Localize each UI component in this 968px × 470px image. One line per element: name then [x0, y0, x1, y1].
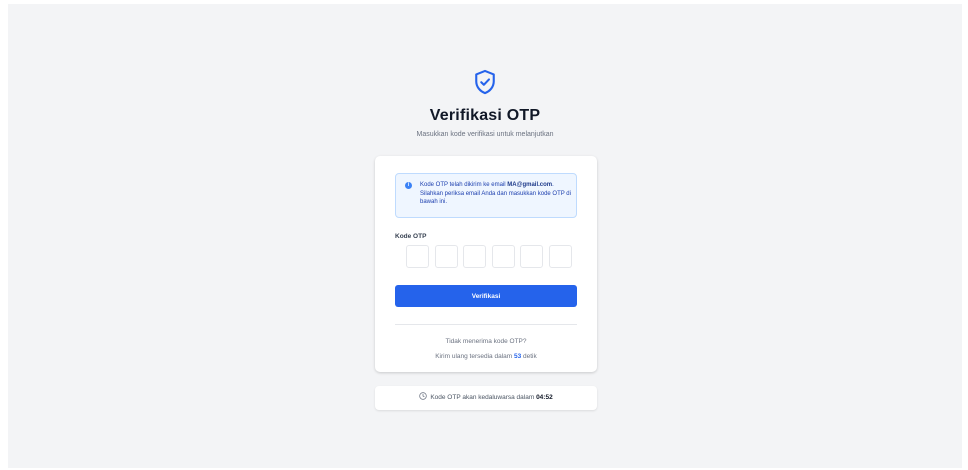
verify-button[interactable]: Verifikasi: [395, 285, 577, 307]
resend-question: Tidak menerima kode OTP?: [445, 338, 527, 345]
otp-digit-6[interactable]: [548, 245, 572, 268]
resend-timer-suffix: detik: [521, 353, 537, 360]
page-background: Verifikasi OTP Masukkan kode verifikasi …: [8, 4, 962, 468]
shield-check-icon: [471, 68, 499, 96]
otp-card: i Kode OTP telah dikirim ke email MA@gma…: [375, 156, 597, 372]
header: Verifikasi OTP Masukkan kode verifikasi …: [8, 68, 962, 138]
otp-digit-3[interactable]: [463, 245, 487, 268]
otp-input-group: [406, 245, 572, 268]
resend-timer-prefix: Kirim ulang tersedia dalam: [435, 353, 514, 360]
expiry-prefix: Kode OTP akan kedaluwarsa dalam: [430, 394, 537, 401]
divider: [395, 324, 577, 325]
info-icon: i: [405, 182, 412, 189]
otp-label: Kode OTP: [395, 233, 427, 240]
expiry-time: 04:52: [536, 394, 553, 401]
info-message: Kode OTP telah dikirim ke email MA@gmail…: [420, 181, 572, 207]
otp-digit-2[interactable]: [434, 245, 458, 268]
info-text-before: Kode OTP telah dikirim ke email: [420, 182, 508, 188]
page-title: Verifikasi OTP: [429, 107, 541, 124]
otp-digit-5[interactable]: [520, 245, 544, 268]
page-subtitle: Masukkan kode verifikasi untuk melanjutk…: [416, 131, 554, 138]
otp-digit-4[interactable]: [491, 245, 515, 268]
info-alert: i Kode OTP telah dikirim ke email MA@gma…: [395, 173, 577, 218]
clock-icon: [419, 387, 428, 400]
expiry-notice: Kode OTP akan kedaluwarsa dalam 04:52: [375, 386, 597, 410]
resend-timer: Kirim ulang tersedia dalam 53 detik: [375, 353, 597, 360]
info-email: MA@gmail.com: [507, 182, 553, 188]
otp-digit-1[interactable]: [406, 245, 429, 268]
